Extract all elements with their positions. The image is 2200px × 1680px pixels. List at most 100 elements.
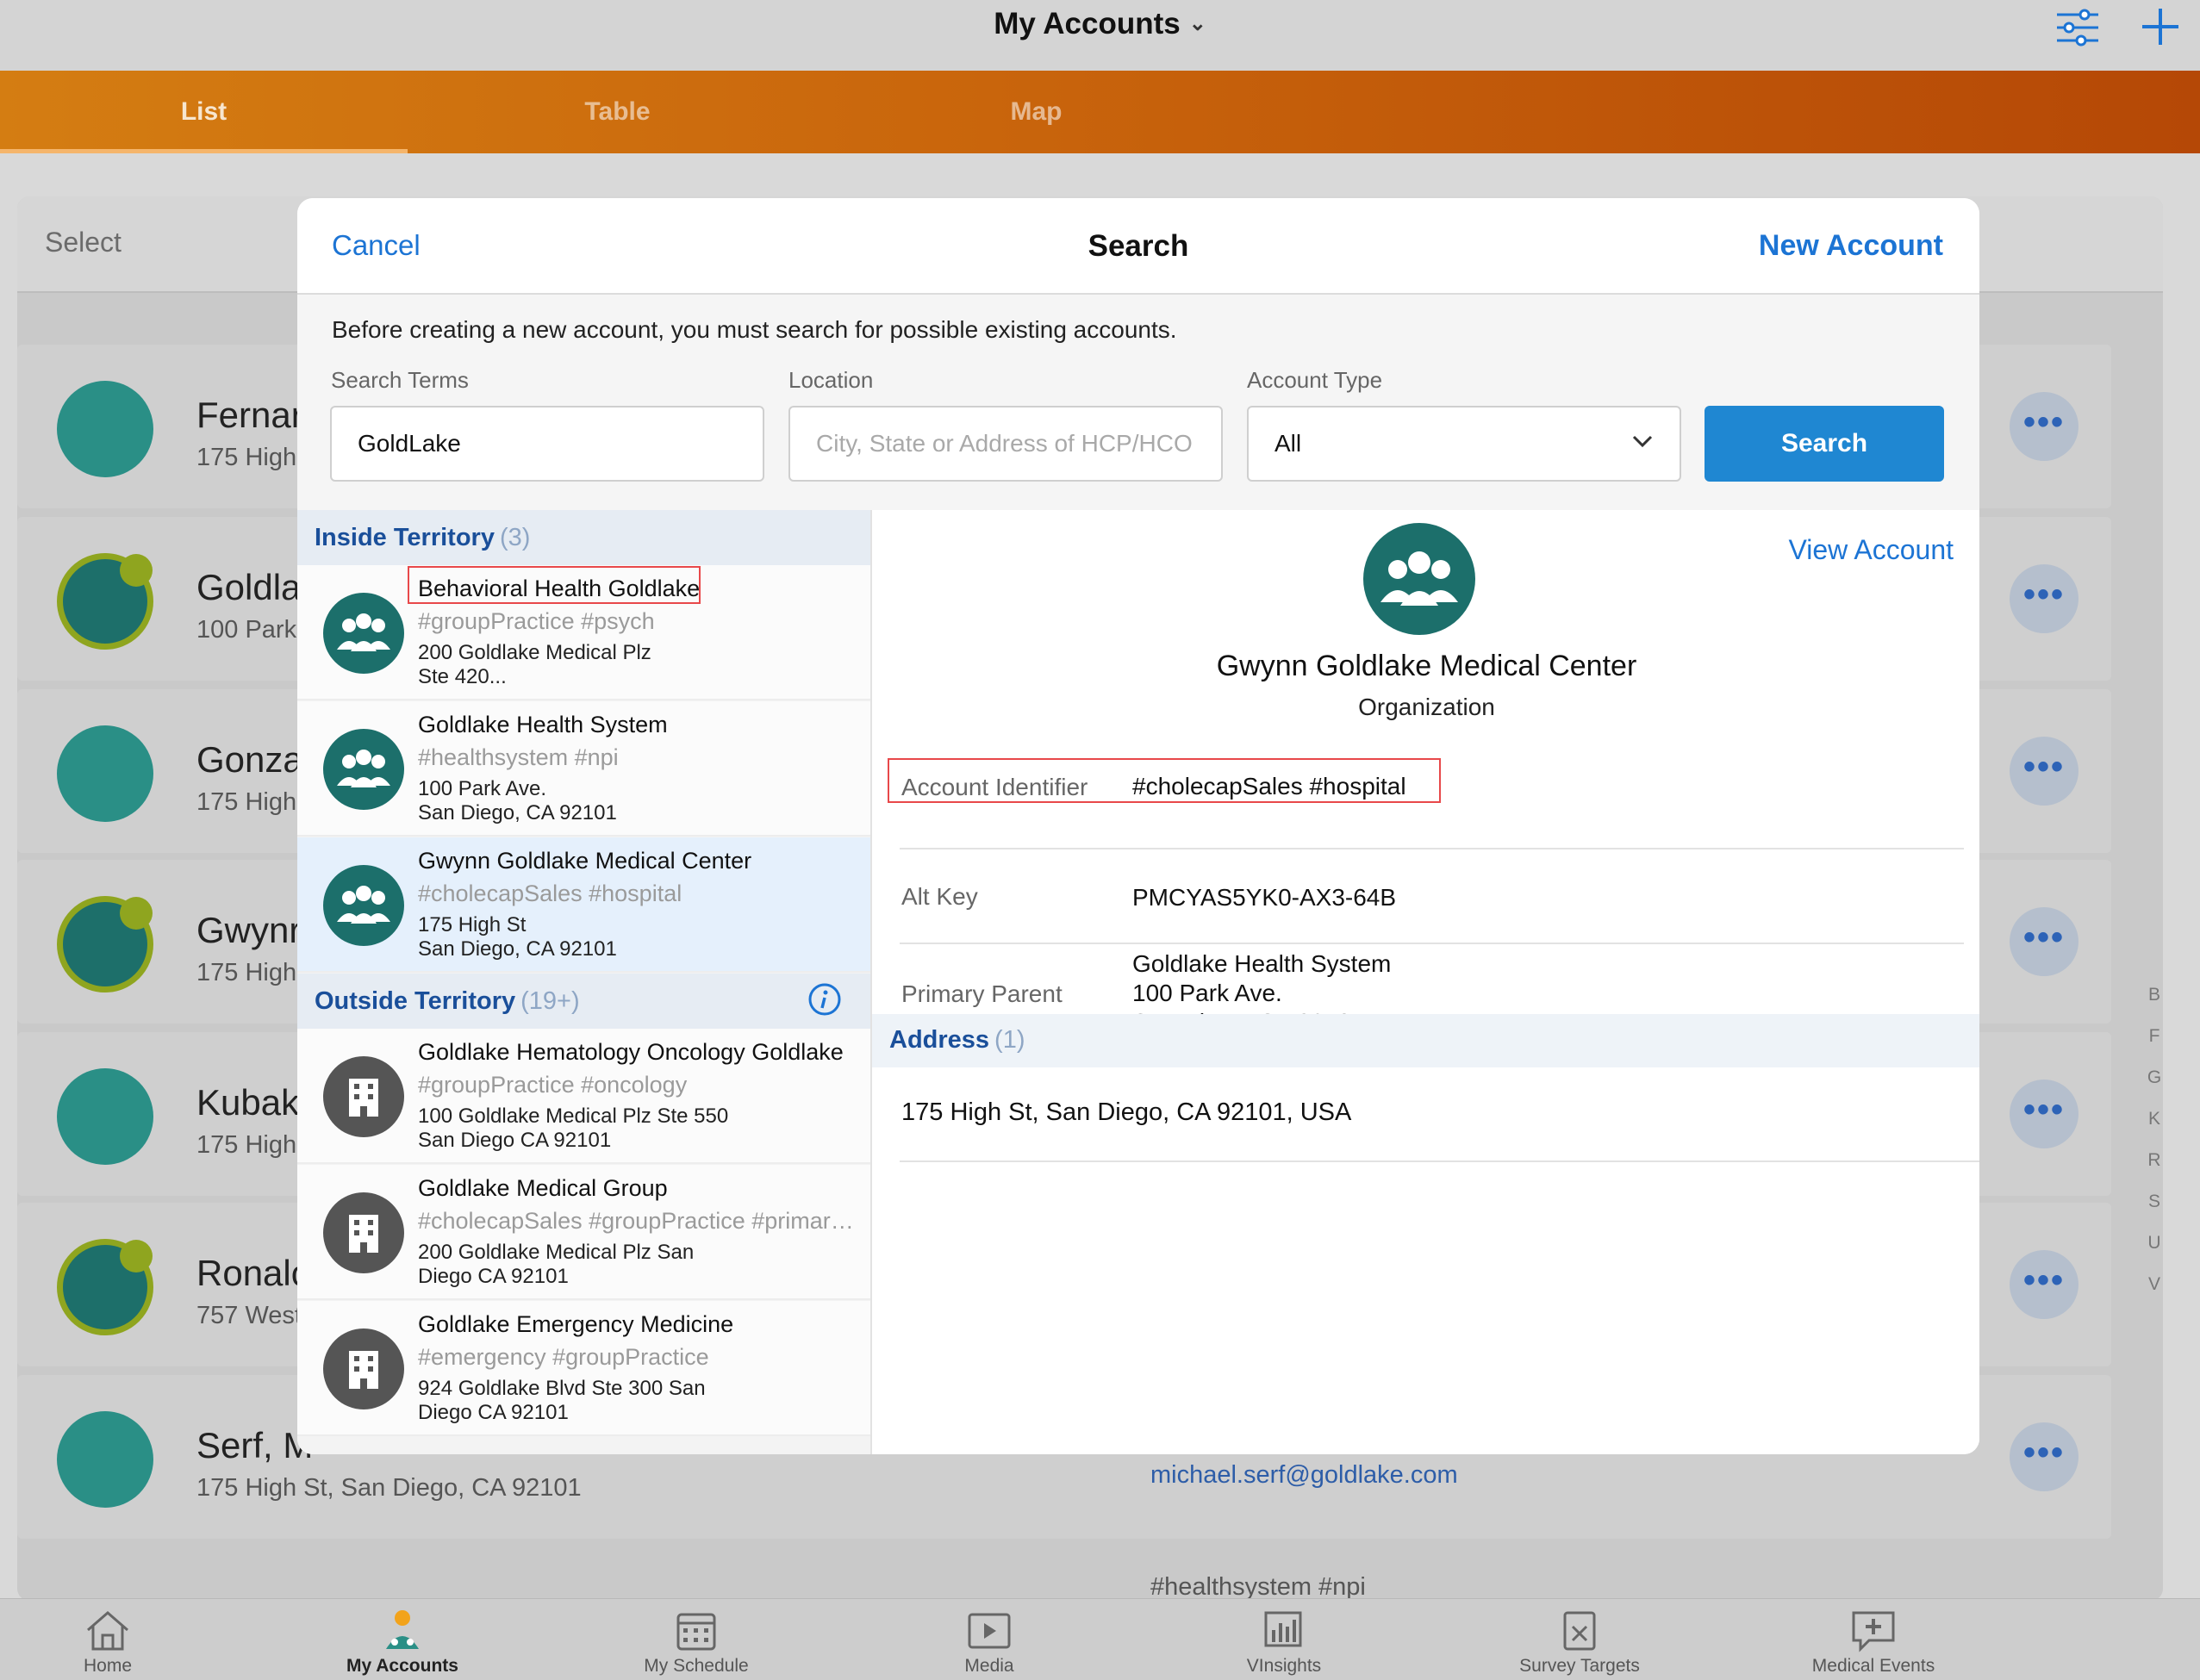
view-account-link[interactable]: View Account bbox=[1788, 534, 1954, 566]
account-name: Ronalc bbox=[196, 1253, 309, 1293]
account-name: Gwynn Goldlake Medical Center bbox=[1216, 650, 1637, 682]
tab-label: Home bbox=[83, 1656, 133, 1676]
result-name: Goldlake Medical Group bbox=[418, 1175, 668, 1201]
tab-home[interactable]: Home bbox=[22, 1599, 194, 1680]
tab-my-schedule[interactable]: My Schedule bbox=[610, 1599, 782, 1680]
account-type-label: Account Type bbox=[1247, 367, 1383, 393]
result-item[interactable]: Goldlake Health System #healthsystem #np… bbox=[297, 701, 870, 837]
more-options-icon[interactable]: ••• bbox=[2010, 907, 2078, 976]
alpha-index[interactable]: B F G K R S U V bbox=[2146, 985, 2163, 1316]
alpha-index-letter[interactable]: V bbox=[2146, 1274, 2163, 1316]
search-notice: Before creating a new account, you must … bbox=[332, 316, 1177, 343]
alpha-index-letter[interactable]: B bbox=[2146, 985, 2163, 1026]
result-address: San Diego, CA 92101 bbox=[418, 801, 617, 824]
section-count: (1) bbox=[994, 1026, 1025, 1054]
more-options-icon[interactable]: ••• bbox=[2010, 1080, 2078, 1148]
info-icon[interactable] bbox=[807, 982, 842, 1017]
account-type-value: All bbox=[1275, 430, 1302, 457]
result-address: San Diego CA 92101 bbox=[418, 1129, 612, 1152]
alpha-index-letter[interactable]: F bbox=[2146, 1026, 2163, 1067]
result-item[interactable]: Goldlake Hematology Oncology Goldlake #g… bbox=[297, 1029, 870, 1164]
address-section-header: Address (1) bbox=[872, 1014, 1979, 1067]
calendar-icon bbox=[676, 1613, 716, 1651]
alpha-index-letter[interactable]: S bbox=[2146, 1192, 2163, 1233]
section-title: Inside Territory bbox=[315, 524, 495, 551]
field-label: Alt Key bbox=[901, 883, 978, 910]
more-options-icon[interactable]: ••• bbox=[2010, 737, 2078, 806]
search-results: Inside Territory (3) Behavioral Health Go… bbox=[297, 510, 870, 1454]
select-button[interactable]: Select bbox=[45, 227, 122, 258]
tab-label: VInsights bbox=[1246, 1656, 1322, 1676]
result-item-selected[interactable]: Gwynn Goldlake Medical Center #cholecapS… bbox=[297, 837, 870, 973]
organization-avatar-icon bbox=[57, 1239, 153, 1335]
hierarchy-badge-icon bbox=[120, 897, 153, 930]
result-item[interactable]: Goldlake Emergency Medicine #emergency #… bbox=[297, 1301, 870, 1436]
accounts-icon bbox=[386, 1610, 419, 1649]
alpha-index-letter[interactable]: K bbox=[2146, 1109, 2163, 1150]
location-label: Location bbox=[788, 367, 874, 393]
medical-events-icon bbox=[1852, 1611, 1895, 1652]
result-address: 200 Goldlake Medical Plz San bbox=[418, 1241, 695, 1264]
search-terms-input[interactable]: GoldLake bbox=[330, 406, 764, 482]
home-icon bbox=[87, 1611, 128, 1651]
outside-territory-header: Outside Territory (19+) bbox=[297, 974, 870, 1029]
section-count: (3) bbox=[499, 524, 531, 551]
more-options-icon[interactable]: ••• bbox=[2010, 392, 2078, 461]
address-value: 175 High St, San Diego, CA 92101, USA bbox=[901, 1098, 1352, 1126]
more-options-icon[interactable]: ••• bbox=[2010, 1250, 2078, 1319]
person-avatar-icon bbox=[57, 381, 153, 477]
account-name: Gwynr bbox=[196, 910, 302, 950]
search-panel: Before creating a new account, you must … bbox=[297, 295, 1979, 510]
search-button[interactable]: Search bbox=[1705, 406, 1944, 482]
field-label: Primary Parent bbox=[901, 980, 1063, 1007]
top-nav-bar: My Accounts ⌄ bbox=[0, 0, 2200, 71]
add-icon[interactable] bbox=[2139, 5, 2182, 48]
alpha-index-letter[interactable]: R bbox=[2146, 1150, 2163, 1192]
more-options-icon[interactable]: ••• bbox=[2010, 564, 2078, 633]
search-modal: Cancel Search New Account Before creatin… bbox=[297, 198, 1979, 1454]
section-count: (19+) bbox=[520, 987, 580, 1015]
alpha-index-letter[interactable]: G bbox=[2146, 1067, 2163, 1109]
new-account-button[interactable]: New Account bbox=[1759, 229, 1943, 263]
tab-survey-targets[interactable]: Survey Targets bbox=[1493, 1599, 1666, 1680]
tab-vinsights[interactable]: VInsights bbox=[1198, 1599, 1370, 1680]
tab-table[interactable]: Table bbox=[408, 71, 827, 153]
more-options-icon[interactable]: ••• bbox=[2010, 1422, 2078, 1491]
tab-medical-events[interactable]: Medical Events bbox=[1787, 1599, 1960, 1680]
result-tags: #groupPractice #oncology bbox=[418, 1072, 688, 1098]
account-type-select[interactable]: All bbox=[1247, 406, 1681, 482]
result-tags: #cholecapSales #hospital bbox=[418, 880, 682, 906]
nav-title-dropdown[interactable]: My Accounts ⌄ bbox=[0, 7, 2200, 41]
account-email[interactable]: michael.serf@goldlake.com bbox=[1150, 1461, 1458, 1490]
highlight-box bbox=[408, 566, 701, 604]
hierarchy-badge-icon bbox=[120, 554, 153, 587]
result-address: Diego CA 92101 bbox=[418, 1265, 569, 1288]
tab-list[interactable]: List bbox=[0, 71, 408, 153]
media-icon bbox=[968, 1613, 1011, 1649]
highlight-box bbox=[888, 758, 1441, 803]
account-address: 100 Park bbox=[196, 616, 297, 644]
group-practice-icon bbox=[323, 593, 404, 674]
result-address: 100 Goldlake Medical Plz Ste 550 bbox=[418, 1104, 729, 1128]
health-system-icon bbox=[323, 729, 404, 810]
account-type: Organization bbox=[1358, 694, 1495, 720]
modal-title: Search bbox=[1088, 229, 1189, 263]
section-title: Outside Territory bbox=[315, 987, 516, 1015]
field-value: PMCYAS5YK0-AX3-64B bbox=[1132, 884, 1397, 911]
person-avatar-icon bbox=[57, 1411, 153, 1508]
tab-map[interactable]: Map bbox=[827, 71, 1245, 153]
result-name: Goldlake Emergency Medicine bbox=[418, 1311, 734, 1337]
hierarchy-badge-icon bbox=[120, 1240, 153, 1272]
organization-avatar-icon bbox=[57, 553, 153, 650]
filter-settings-icon[interactable] bbox=[2055, 9, 2100, 47]
result-item[interactable]: Goldlake Medical Group #cholecapSales #g… bbox=[297, 1165, 870, 1300]
location-input[interactable]: City, State or Address of HCP/HCO bbox=[788, 406, 1223, 482]
account-tags: #healthsystem #npi bbox=[1150, 1573, 1366, 1601]
result-address: San Diego, CA 92101 bbox=[418, 937, 617, 961]
bottom-tab-bar: Home My Accounts My Schedule Media VInsi… bbox=[0, 1598, 2200, 1680]
tab-my-accounts[interactable]: My Accounts bbox=[316, 1599, 489, 1680]
account-name: Kubak bbox=[196, 1082, 300, 1123]
account-name: Serf, M bbox=[196, 1425, 314, 1465]
alpha-index-letter[interactable]: U bbox=[2146, 1233, 2163, 1274]
tab-media[interactable]: Media bbox=[903, 1599, 1075, 1680]
